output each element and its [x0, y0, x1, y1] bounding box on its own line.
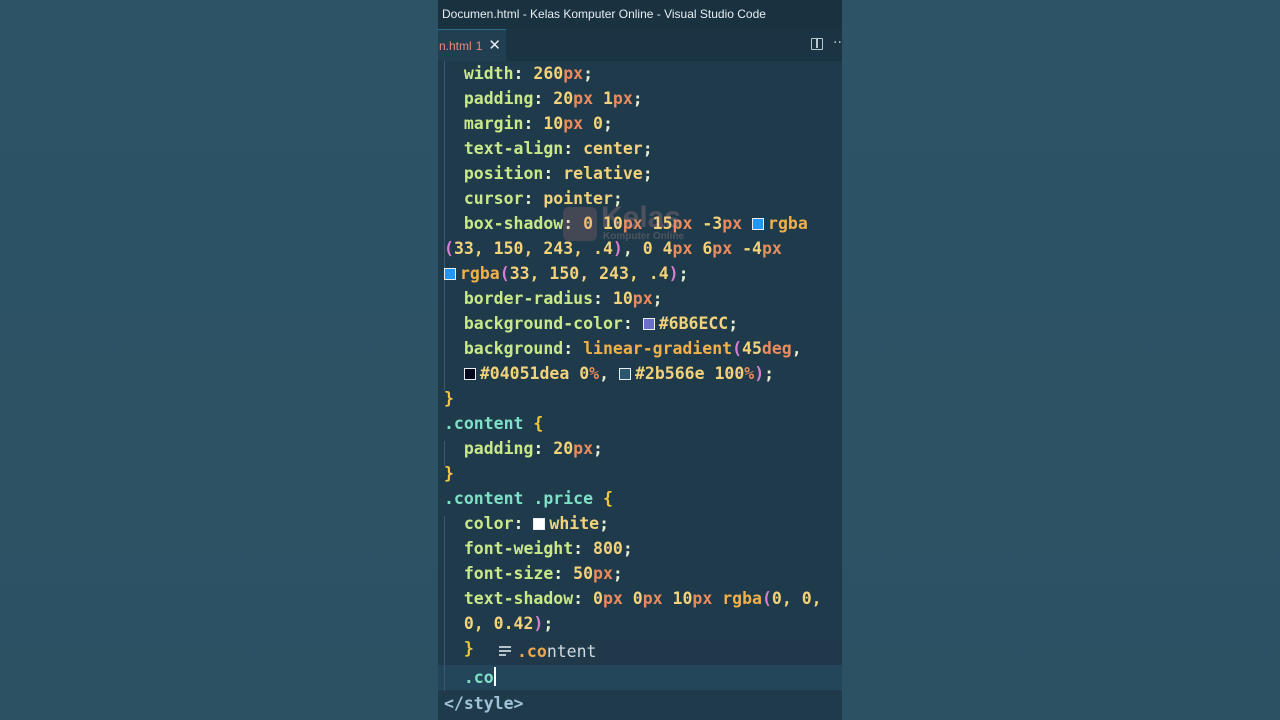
- text-cursor: [493, 667, 496, 686]
- code-line: .content {: [444, 414, 544, 433]
- tab-label: n.html: [439, 38, 472, 53]
- text-snippet-icon: [499, 646, 511, 657]
- code-line: 0, 0.42);: [463, 614, 554, 633]
- code-line: background: linear-gradient(45deg,: [463, 339, 802, 358]
- code-line-current[interactable]: .co: [444, 665, 496, 690]
- code-line: box-shadow: 0 10px 15px -3px rgba: [463, 214, 808, 233]
- color-swatch[interactable]: [752, 218, 765, 230]
- more-actions-icon[interactable]: ···: [833, 35, 842, 51]
- code-editor[interactable]: width: 260px; padding: 20px 1px; margin:…: [438, 61, 842, 720]
- code-line: cursor: pointer;: [463, 189, 623, 208]
- color-swatch[interactable]: [618, 368, 631, 380]
- code-line: padding: 20px 1px;: [463, 89, 643, 108]
- color-swatch[interactable]: [463, 368, 476, 380]
- tab-document-html[interactable]: n.html 1 ✕: [438, 29, 506, 61]
- code-line: color: white;: [463, 514, 610, 533]
- code-line: (33, 150, 243, .4), 0 4px 6px -4px: [444, 239, 782, 258]
- code-line: background-color: #6B6ECC;: [463, 314, 739, 333]
- code-line: #04051dea 0%, #2b566e 100%);: [444, 361, 774, 386]
- code-line: }: [463, 639, 474, 658]
- tab-bar: n.html 1 ✕ ···: [438, 29, 842, 61]
- problems-count: 1: [475, 38, 483, 53]
- color-swatch[interactable]: [642, 318, 655, 330]
- suggestion-label: .content: [517, 642, 597, 661]
- code-line: position: relative;: [463, 164, 653, 183]
- code-line: </style>: [444, 694, 524, 713]
- code-line: .content .price {: [444, 489, 613, 508]
- code-line: padding: 20px;: [463, 439, 603, 458]
- code-line: rgba(33, 150, 243, .4);: [444, 261, 689, 286]
- code-line: font-size: 50px;: [463, 564, 623, 583]
- close-icon[interactable]: ✕: [488, 38, 501, 53]
- code-line: }: [444, 464, 454, 483]
- split-editor-icon[interactable]: [811, 38, 823, 50]
- color-swatch[interactable]: [533, 518, 546, 530]
- code-line: margin: 10px 0;: [463, 114, 613, 133]
- vscode-window: Documen.html - Kelas Komputer Online - V…: [438, 0, 842, 720]
- window-title: Documen.html - Kelas Komputer Online - V…: [438, 0, 842, 29]
- background-right: [842, 0, 1280, 720]
- background-left: [0, 0, 438, 720]
- code-line: text-shadow: 0px 0px 10px rgba(0, 0,: [463, 589, 822, 608]
- current-line-highlight: [438, 665, 842, 690]
- color-swatch[interactable]: [444, 268, 456, 280]
- code-line: text-align: center;: [463, 139, 653, 158]
- code-line: }: [444, 389, 454, 408]
- code-line: font-weight: 800;: [463, 539, 633, 558]
- code-line: border-radius: 10px;: [463, 289, 663, 308]
- code-line: width: 260px;: [463, 64, 594, 83]
- autocomplete-suggestion[interactable]: .content: [495, 639, 842, 664]
